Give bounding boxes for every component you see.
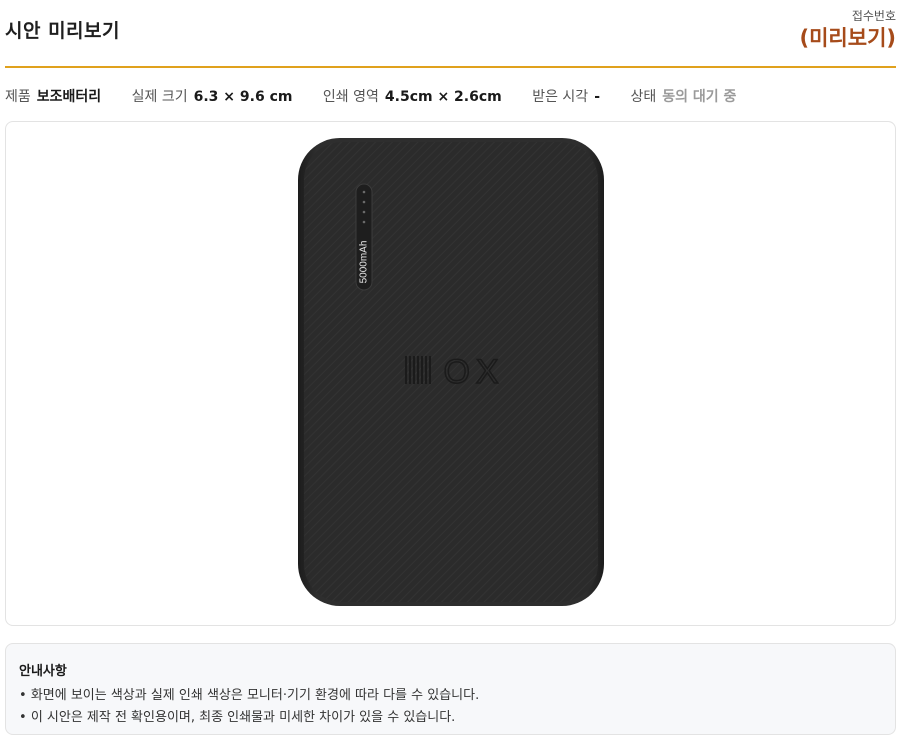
page-title: 시안 미리보기 (5, 20, 120, 42)
info-received-time-label: 받은 시각 (532, 89, 589, 105)
info-product-label: 제품 (5, 89, 31, 105)
info-actual-size-label: 실제 크기 (131, 89, 188, 105)
led-indicator (362, 200, 366, 204)
notice-item: 이 시안은 제작 전 확인용이며, 최종 인쇄물과 미세한 차이가 있을 수 있… (19, 709, 479, 731)
capacity-text: 5000mAh (359, 241, 370, 284)
info-status-label: 상태 (630, 89, 657, 105)
led-indicator (362, 220, 366, 224)
power-bank-mockup: 5000mAh OX (298, 138, 604, 606)
info-print-area: 인쇄 영역 4.5cm × 2.6cm (323, 86, 502, 106)
notice-title: 안내사항 (19, 664, 67, 679)
page-header: 시안 미리보기 접수번호 (미리보기) (5, 0, 896, 68)
brand-logo-text: OX (443, 353, 504, 391)
led-indicator (362, 210, 366, 214)
info-product: 제품 보조배터리 (5, 86, 101, 106)
info-print-area-label: 인쇄 영역 (322, 89, 379, 105)
brand-logo (405, 356, 431, 384)
info-print-area-value: 4.5cm × 2.6cm (384, 89, 502, 105)
notice-item: 화면에 보이는 색상과 실제 인쇄 색상은 모니터·기기 환경에 따라 다를 수… (19, 687, 479, 709)
info-status: 상태 동의 대기 중 (630, 86, 736, 106)
info-actual-size-value: 6.3 × 9.6 cm (193, 89, 293, 105)
order-info-bar: 제품 보조배터리 실제 크기 6.3 × 9.6 cm 인쇄 영역 4.5cm × 2… (5, 86, 762, 106)
notice-box: 안내사항 화면에 보이는 색상과 실제 인쇄 색상은 모니터·기기 환경에 따라… (5, 643, 896, 735)
status-badge: 동의 대기 중 (662, 89, 737, 105)
led-indicator (362, 190, 366, 194)
preview-panel: 5000mAh OX (5, 121, 896, 626)
info-actual-size: 실제 크기 6.3 × 9.6 cm (132, 86, 293, 106)
info-received-time: 받은 시각 - (532, 86, 600, 106)
receipt-number-value: (미리보기) (799, 26, 896, 50)
info-received-time-value: - (594, 89, 600, 105)
notice-list: 화면에 보이는 색상과 실제 인쇄 색상은 모니터·기기 환경에 따라 다를 수… (19, 687, 479, 731)
info-product-value: 보조배터리 (36, 89, 102, 105)
